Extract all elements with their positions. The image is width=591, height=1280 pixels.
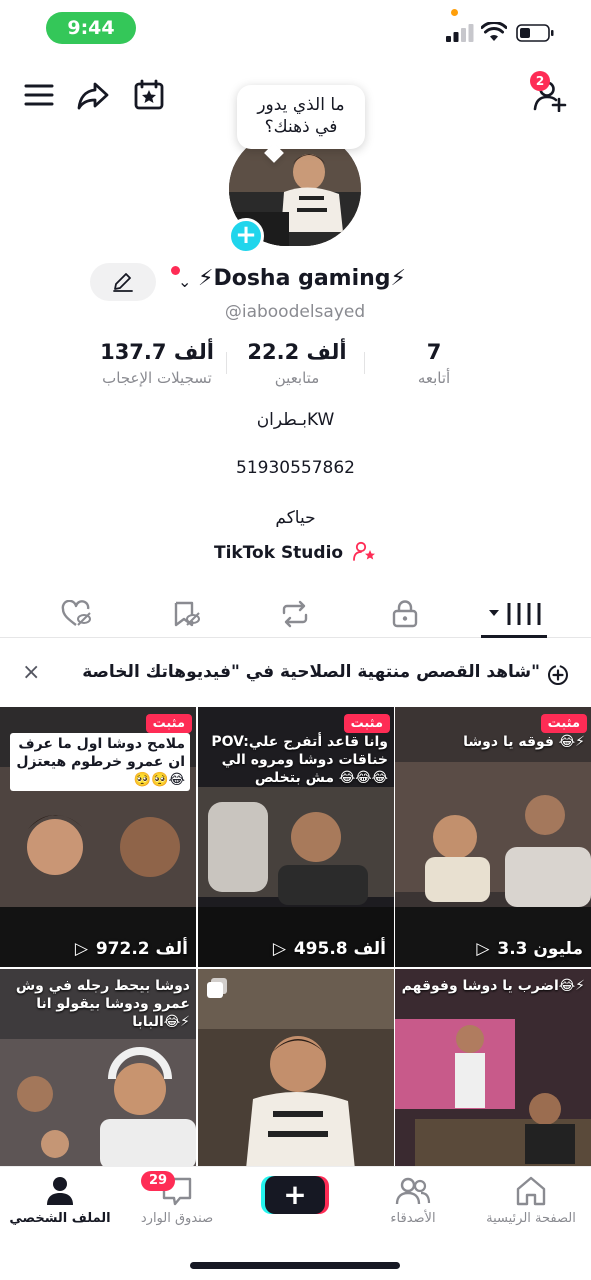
grid-icon	[489, 603, 541, 625]
pinned-badge: مثبت	[343, 714, 390, 733]
bubble-line-1: ما الذي يدور	[257, 95, 345, 115]
add-story-button[interactable]: +	[228, 218, 264, 254]
lock-icon	[392, 600, 418, 628]
wifi-icon	[481, 22, 507, 41]
status-bar: 9:44	[0, 0, 591, 58]
photo-carousel-icon	[207, 978, 227, 998]
display-name[interactable]: ⚡Dosha gaming⚡	[198, 266, 422, 291]
pinned-badge: مثبت	[540, 714, 587, 733]
cellular-signal-icon	[446, 24, 474, 42]
home-icon	[516, 1176, 546, 1206]
banner-text: شاهد القصص منتهية الصلاحية في "فيديوهاتك…	[82, 662, 540, 682]
home-indicator	[190, 1262, 400, 1269]
video-tile[interactable]: مثبت ملامح دوشا اول ما عرف ان عمرو خرطوم…	[0, 707, 196, 967]
tab-liked[interactable]	[37, 590, 117, 638]
bio-line-1: بـطرانKW	[256, 410, 335, 430]
video-caption: دوشا بيحط رجله في وش عمرو ودوشا بيقولو ا…	[15, 978, 190, 1030]
bio-line-2: 51930557862	[236, 458, 355, 478]
stat-following-value: 7	[426, 340, 442, 364]
video-caption: ملامح دوشا اول ما عرف ان عمرو خرطوم هيعت…	[10, 733, 190, 791]
nav-home-label: الصفحة الرئيسية	[486, 1211, 576, 1226]
view-count: ▷ 972.2 ألف	[75, 939, 188, 959]
video-tile[interactable]: مثبت فوقه يا دوشا 😂⚡ ▷ 3.3 مليون	[395, 707, 591, 967]
view-count-value: 972.2 ألف	[95, 939, 188, 959]
pinned-badge: مثبت	[145, 714, 192, 733]
play-icon: ▷	[272, 939, 286, 959]
repost-icon	[282, 600, 308, 628]
menu-icon[interactable]	[22, 78, 56, 112]
video-caption: POV:وانا قاعد أتفرج علي خناقات دوشا ومرو…	[211, 734, 388, 786]
nav-friends[interactable]: الأصدقاء	[353, 1175, 473, 1226]
privacy-indicator-dot	[451, 9, 458, 16]
nav-home[interactable]: الصفحة الرئيسية	[471, 1175, 591, 1226]
stat-likes-value: 137.7 ألف	[100, 340, 214, 364]
close-icon[interactable]: ×	[22, 660, 40, 685]
view-count: ▷ 495.8 ألف	[273, 939, 386, 959]
stat-following-label: أتابعه	[417, 369, 451, 387]
video-tile[interactable]: مثبت POV:وانا قاعد أتفرج علي خناقات دوشا…	[198, 707, 394, 967]
stat-likes-label: تسجيلات الإعجاب	[102, 369, 212, 387]
play-icon: ▷	[476, 939, 490, 959]
view-count: ▷ 3.3 مليون	[476, 939, 583, 959]
story-add-icon	[548, 665, 568, 685]
nav-friends-label: الأصدقاء	[390, 1211, 436, 1226]
stat-followers-label: متابعين	[274, 369, 320, 387]
nav-inbox-label: صندوق الوارد	[140, 1211, 214, 1226]
status-prompt-bubble[interactable]: ما الذي يدور في ذهنك؟	[237, 85, 365, 149]
bio-line-3: حياكم	[275, 508, 316, 528]
heart-hidden-icon	[61, 600, 91, 626]
active-tab-underline	[481, 635, 547, 638]
friends-icon	[395, 1177, 431, 1205]
view-count-value: 495.8 ألف	[293, 939, 386, 959]
tab-videos[interactable]	[474, 590, 554, 638]
chevron-down-icon[interactable]: ⌄	[178, 272, 191, 291]
nav-inbox[interactable]: صندوق الوارد	[117, 1175, 237, 1226]
video-caption: فوقه يا دوشا 😂⚡	[463, 734, 585, 750]
stat-followers[interactable]: 22.2 ألف متابعين	[226, 340, 368, 387]
tab-private[interactable]	[365, 590, 445, 638]
play-icon: ▷	[74, 939, 88, 959]
pencil-icon	[113, 273, 133, 292]
calendar-star-icon[interactable]	[132, 78, 166, 112]
video-caption: اضرب يا دوشا وفوقهم😂⚡	[401, 978, 585, 994]
expired-stories-banner[interactable]: × شاهد القصص منتهية الصلاحية في "فيديوها…	[0, 650, 591, 698]
creator-star-icon	[353, 541, 376, 561]
bookmark-hidden-icon	[174, 601, 200, 627]
share-icon[interactable]	[76, 78, 110, 112]
status-time: 9:44	[46, 12, 136, 44]
create-video-button[interactable]: +	[265, 1176, 325, 1214]
battery-icon	[516, 24, 554, 42]
inbox-unread-badge: 29	[141, 1171, 175, 1191]
stat-likes[interactable]: 137.7 ألف تسجيلات الإعجاب	[86, 340, 228, 387]
bubble-line-2: في ذهنك؟	[264, 117, 338, 137]
view-count-value: 3.3 مليون	[497, 939, 583, 959]
nav-profile[interactable]: الملف الشخصي	[0, 1175, 120, 1226]
edit-profile-button[interactable]	[90, 263, 156, 301]
friend-requests-badge: 2	[530, 71, 550, 91]
content-tabs	[0, 590, 591, 638]
tab-favorites[interactable]	[146, 590, 226, 638]
tiktok-studio-link[interactable]: TikTok Studio	[0, 541, 591, 563]
tab-reposts[interactable]	[255, 590, 335, 638]
username: @iaboodelsayed	[224, 302, 366, 322]
nav-profile-label: الملف الشخصي	[9, 1211, 111, 1226]
stat-followers-value: 22.2 ألف	[247, 340, 347, 364]
stat-following[interactable]: 7 أتابعه	[380, 340, 488, 387]
profile-icon	[47, 1177, 73, 1205]
tiktok-studio-label: TikTok Studio	[213, 543, 344, 563]
